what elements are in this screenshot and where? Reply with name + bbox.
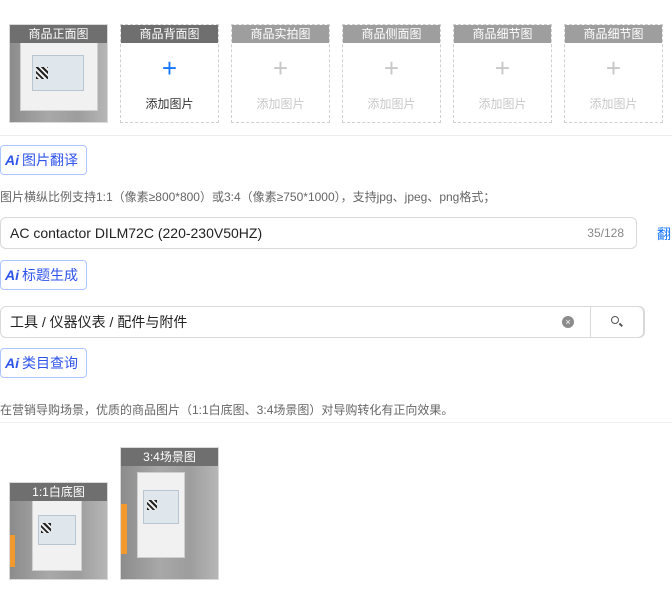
image-slot-side[interactable]: 商品侧面图 + 添加图片 bbox=[342, 24, 441, 123]
category-select[interactable]: 工具 / 仪器仪表 / 配件与附件 × bbox=[0, 306, 645, 338]
add-image-label: 添加图片 bbox=[367, 97, 416, 111]
image-slot-front[interactable]: 商品正面图 bbox=[9, 24, 108, 123]
image-slot-back[interactable]: 商品背面图 + 添加图片 bbox=[120, 24, 219, 123]
translate-title-link[interactable]: 翻 bbox=[657, 224, 671, 244]
plus-icon: + bbox=[383, 53, 400, 83]
ai-icon: Ai bbox=[5, 355, 19, 371]
clear-icon[interactable]: × bbox=[562, 316, 574, 328]
title-input[interactable]: AC contactor DILM72C (220-230V50HZ) 35/1… bbox=[0, 217, 637, 249]
title-generate-label: 标题生成 bbox=[22, 267, 78, 283]
search-icon bbox=[611, 316, 619, 324]
image-slot-detail-1[interactable]: 商品细节图 + 添加图片 bbox=[453, 24, 552, 123]
slot-title: 商品正面图 bbox=[10, 25, 107, 43]
section-divider bbox=[0, 422, 672, 423]
slot-title: 商品侧面图 bbox=[343, 25, 440, 43]
thumb-title: 1:1白底图 bbox=[10, 483, 107, 501]
slot-title: 商品背面图 bbox=[121, 25, 218, 43]
image-translate-button[interactable]: Ai 图片翻译 bbox=[0, 145, 87, 175]
plus-icon: + bbox=[272, 53, 289, 83]
plus-icon: + bbox=[605, 53, 622, 83]
image-slot-detail-2[interactable]: 商品细节图 + 添加图片 bbox=[564, 24, 663, 123]
slot-title: 商品实拍图 bbox=[232, 25, 329, 43]
add-image-label: 添加图片 bbox=[589, 97, 638, 111]
plus-icon: + bbox=[494, 53, 511, 83]
ai-icon: Ai bbox=[5, 267, 19, 283]
title-char-counter: 35/128 bbox=[587, 226, 624, 240]
add-image-label: 添加图片 bbox=[145, 97, 194, 111]
section-divider bbox=[0, 135, 672, 136]
slot-title: 商品细节图 bbox=[454, 25, 551, 43]
image-format-hint: 图片横纵比例支持1:1（像素≥800*800）或3:4（像素≥750*1000）… bbox=[0, 190, 496, 204]
category-query-label: 类目查询 bbox=[22, 355, 78, 371]
add-image-label: 添加图片 bbox=[256, 97, 305, 111]
scene-image-3-4[interactable]: 3:4场景图 bbox=[120, 447, 219, 580]
add-image-label: 添加图片 bbox=[478, 97, 527, 111]
category-path-value: 工具 / 仪器仪表 / 配件与附件 bbox=[10, 314, 188, 330]
title-input-value: AC contactor DILM72C (220-230V50HZ) bbox=[10, 225, 263, 241]
title-generate-button[interactable]: Ai 标题生成 bbox=[0, 260, 87, 290]
scene-product-image bbox=[121, 464, 218, 579]
plus-icon: + bbox=[161, 53, 178, 83]
category-search-button[interactable] bbox=[590, 306, 644, 338]
thumb-title: 3:4场景图 bbox=[121, 448, 218, 466]
ai-icon: Ai bbox=[5, 152, 19, 168]
image-slot-real-shot[interactable]: 商品实拍图 + 添加图片 bbox=[231, 24, 330, 123]
white-bg-image-1-1[interactable]: 1:1白底图 bbox=[9, 482, 108, 580]
slot-title: 商品细节图 bbox=[565, 25, 662, 43]
category-query-button[interactable]: Ai 类目查询 bbox=[0, 348, 87, 378]
marketing-image-hint: 在营销导购场景，优质的商品图片（1:1白底图、3:4场景图）对导购转化有正向效果… bbox=[0, 403, 454, 417]
image-translate-label: 图片翻译 bbox=[22, 152, 78, 168]
